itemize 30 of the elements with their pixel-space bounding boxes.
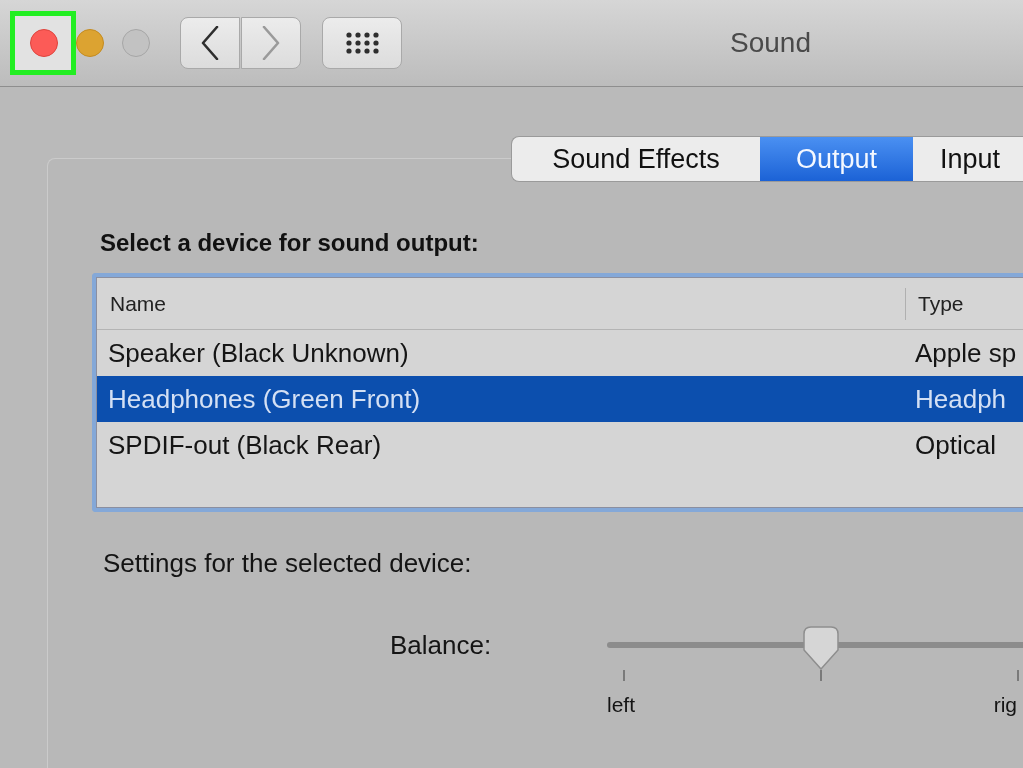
slider-thumb[interactable] <box>803 626 839 670</box>
tab[interactable]: Output <box>760 136 913 182</box>
table-row[interactable]: Speaker (Black Unknown) Apple sp <box>97 330 1023 376</box>
table-cell-text: Headph <box>914 384 1007 414</box>
section-heading: Select a device for sound output: <box>100 229 479 257</box>
table-cell-text: Optical <box>914 430 996 460</box>
column-header: Name <box>110 290 167 317</box>
chevron-right-icon <box>262 26 280 60</box>
table-cell: Speaker (Black Unknown) <box>108 338 409 368</box>
scale-label: left <box>607 693 635 717</box>
table-cell-text: Apple sp <box>914 338 1017 368</box>
window-title: Sound <box>730 27 811 59</box>
show-all-button[interactable] <box>322 17 402 69</box>
table-row[interactable]: Headphones (Green Front) Headph <box>97 376 1023 422</box>
tick-mark <box>1017 670 1019 681</box>
tick-mark <box>820 670 822 681</box>
table-cell: Headphones (Green Front) <box>108 384 421 414</box>
balance-label: Balance: <box>390 630 492 660</box>
column-header: Type <box>905 287 964 320</box>
table-row[interactable]: SPDIF-out (Black Rear) Optical <box>97 422 1023 468</box>
table-cell: SPDIF-out (Black Rear) <box>108 430 382 460</box>
chevron-left-icon <box>201 26 219 60</box>
back-button[interactable] <box>180 17 240 69</box>
tab[interactable]: Input <box>913 136 1023 182</box>
tab[interactable]: Sound Effects <box>511 136 760 182</box>
minimize-button[interactable] <box>76 29 104 57</box>
section-heading: Settings for the selected device: <box>103 548 472 578</box>
tick-mark <box>623 670 625 681</box>
scale-label: rig <box>993 693 1017 717</box>
grid-icon <box>345 32 379 54</box>
